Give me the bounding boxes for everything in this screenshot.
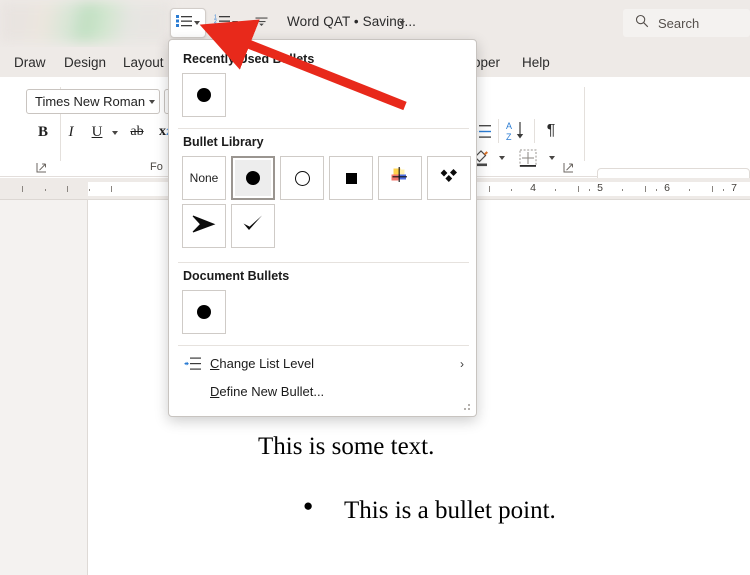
bullet-library-four-diamonds[interactable] (427, 156, 471, 200)
svg-text:A: A (506, 121, 512, 131)
hollow-circle-bullet-icon (294, 170, 310, 186)
tab-layout[interactable]: Layout (123, 47, 164, 77)
strikethrough-button[interactable]: ab (126, 121, 148, 143)
underline-chevron-down-icon[interactable] (108, 127, 122, 139)
multilevel-list-icon (255, 14, 268, 32)
word-window: 1 2 3 Word QAT • Saving... Search Draw D… (0, 0, 750, 575)
recently-used-bullet-filled-circle[interactable] (182, 73, 226, 117)
change-list-level-icon (184, 357, 201, 371)
numbered-list-icon: 1 2 3 (214, 14, 230, 32)
bullet-library-hollow-circle[interactable] (280, 156, 324, 200)
filled-circle-bullet-icon (246, 171, 260, 185)
sort-button[interactable]: A Z (504, 119, 530, 143)
bullet-library-filled-square[interactable] (329, 156, 373, 200)
bullet-library-dropdown: Recently Used Bullets Bullet Library Non… (168, 39, 477, 417)
document-bullet-filled-circle[interactable] (182, 290, 226, 334)
pilcrow-icon: ¶ (546, 122, 556, 139)
quick-access-bullets-button[interactable] (170, 8, 206, 38)
tab-draw[interactable]: Draw (14, 47, 46, 77)
blurred-titlebar-region (0, 2, 172, 42)
bullet-library-none[interactable]: None (182, 156, 226, 200)
section-header-document-bullets: Document Bullets (183, 269, 290, 283)
font-name-value: Times New Roman (35, 94, 146, 109)
ruler-number-6: 6 (664, 182, 670, 194)
quick-access-numbering-button[interactable]: 1 2 3 (208, 8, 244, 38)
svg-text:Z: Z (506, 132, 512, 142)
document-title-status: Word QAT • Saving... (287, 14, 417, 29)
chevron-down-icon[interactable] (232, 21, 238, 25)
resize-grip[interactable] (464, 404, 471, 411)
font-group-label: Fo (150, 161, 163, 173)
icon-divider (498, 119, 499, 143)
document-bullet-glyph: ● (303, 496, 314, 515)
chevron-down-icon[interactable] (194, 21, 200, 25)
underline-button[interactable]: U (87, 121, 107, 143)
tab-help[interactable]: Help (522, 47, 550, 77)
document-paragraph: This is some text. (258, 433, 435, 460)
menu-item-label: Define New Bullet... (210, 384, 325, 399)
section-divider (178, 262, 469, 263)
italic-button[interactable]: I (61, 121, 81, 143)
four-diamonds-bullet-icon (437, 165, 461, 192)
show-formatting-marks-button[interactable]: ¶ (540, 119, 562, 143)
font-dialog-launcher[interactable] (36, 160, 47, 173)
menu-item-label: Change List Level (210, 356, 315, 371)
search-input[interactable]: Search (623, 9, 750, 37)
borders-chevron-down-icon[interactable] (545, 151, 559, 165)
document-bullet-text: This is a bullet point. (344, 497, 556, 524)
menu-item-define-new-bullet[interactable]: Define New Bullet... (170, 378, 476, 405)
menu-item-change-list-level[interactable]: Change List Level › (170, 350, 476, 377)
bullet-library-filled-circle[interactable] (231, 156, 275, 200)
bullet-library-colored-pinwheel[interactable] (378, 156, 422, 200)
arrow-head-bullet-icon (191, 213, 217, 240)
search-icon (635, 14, 649, 33)
title-chevron-down-icon[interactable] (399, 21, 405, 25)
font-name-combobox[interactable]: Times New Roman (26, 89, 160, 114)
icon-divider (534, 119, 535, 143)
ruler-number-5: 5 (597, 182, 603, 194)
bullet-list-icon (176, 14, 192, 32)
bullet-library-arrow-head[interactable] (182, 204, 226, 248)
none-bullet-label: None (189, 171, 219, 185)
group-divider (584, 87, 585, 161)
section-divider (178, 345, 469, 346)
filled-circle-bullet-icon (197, 305, 211, 319)
quick-access-multilevel-list-button[interactable] (248, 8, 274, 38)
section-header-recently-used: Recently Used Bullets (183, 52, 315, 66)
section-divider (178, 128, 469, 129)
ruler-number-4: 4 (530, 182, 536, 194)
section-header-bullet-library: Bullet Library (183, 135, 264, 149)
svg-text:3: 3 (214, 23, 217, 27)
checkmark-bullet-icon (241, 213, 265, 240)
paragraph-dialog-launcher[interactable] (563, 160, 574, 173)
tab-design[interactable]: Design (64, 47, 106, 77)
ruler-number-7: 7 (731, 182, 737, 194)
shading-chevron-down-icon[interactable] (495, 151, 509, 165)
borders-button[interactable] (516, 147, 540, 169)
colored-pinwheel-bullet-icon (389, 165, 411, 192)
filled-square-bullet-icon (345, 172, 357, 184)
submenu-chevron-right-icon: › (460, 356, 464, 371)
filled-circle-bullet-icon (197, 88, 211, 102)
search-placeholder: Search (658, 15, 700, 31)
bold-button[interactable]: B (33, 121, 53, 143)
bullet-library-checkmark[interactable] (231, 204, 275, 248)
chevron-down-icon[interactable] (149, 99, 155, 104)
